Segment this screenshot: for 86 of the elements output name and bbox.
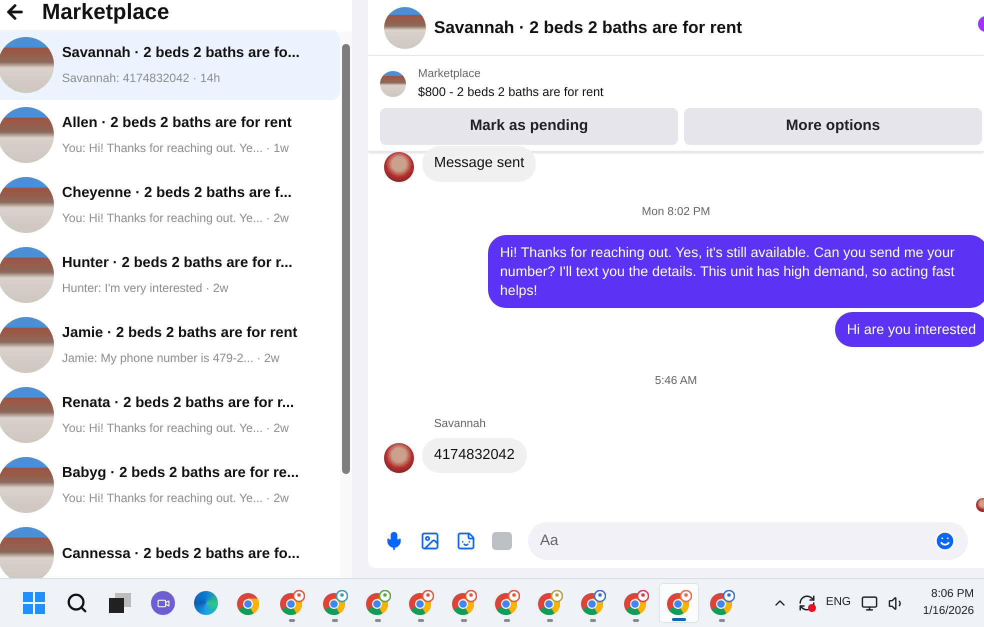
listing-photo-placeholder	[0, 37, 54, 93]
message-input[interactable]: Aa	[540, 530, 934, 552]
conversation-snippet: You: Hi! Thanks for reaching out. Ye... · 1w	[62, 140, 290, 157]
conversation-title: Cheyenne · 2 beds 2 baths are f...	[62, 184, 292, 204]
listing-photo-placeholder	[0, 387, 54, 443]
conversation-item[interactable]: Babyg · 2 beds 2 baths are for re... You: Hi! Thanks for reaching out. Ye... · 2w	[0, 450, 340, 520]
running-indicator	[289, 619, 295, 622]
timestamp: 5:46 AM	[654, 374, 698, 389]
listing-photo-placeholder	[384, 6, 426, 48]
timestamp: Mon 8:02 PM	[642, 204, 710, 220]
incoming-message: 4174832042	[422, 438, 527, 474]
image-icon[interactable]	[420, 531, 440, 551]
running-indicator	[504, 619, 510, 622]
conversation-item[interactable]: Cheyenne · 2 beds 2 baths are f... You: Hi! Thanks for reaching out. Ye... · 2w	[0, 170, 340, 240]
outgoing-message: Hi are you interested	[834, 312, 984, 347]
conversation-title: Savannah · 2 beds 2 baths are fo...	[62, 44, 300, 64]
chrome-icon	[322, 590, 348, 616]
composer-field[interactable]: Aa	[528, 522, 968, 560]
conversation-title: Hunter · 2 beds 2 baths are for r...	[62, 254, 292, 274]
video-chat-icon	[151, 591, 175, 615]
listing-photo-placeholder	[0, 177, 54, 233]
chrome-icon	[279, 590, 305, 616]
chrome-icon	[666, 590, 692, 616]
conversation-snippet: Jamie: My phone number is 479-2... · 2w	[62, 350, 280, 367]
running-indicator	[332, 619, 338, 622]
outgoing-message: Hi! Thanks for reaching out. Yes, it's still available. Can you send me your number? I'll text you the details. This unit has high demand, so acting fast helps!	[488, 235, 984, 308]
listing-photo-placeholder	[380, 71, 406, 97]
avatar	[384, 152, 414, 182]
listing-summary: $800 - 2 beds 2 baths are for rent	[418, 84, 604, 102]
running-indicator	[672, 618, 686, 621]
chrome-icon	[365, 590, 391, 616]
chrome-icon	[236, 590, 262, 616]
chrome-icon	[709, 590, 735, 616]
conversation-title: Renata · 2 beds 2 baths are for r...	[62, 394, 294, 414]
conversation-snippet: Savannah: 4174832042 · 14h	[62, 70, 222, 87]
conversation-snippet: Hunter: I'm very interested · 2w	[62, 280, 230, 297]
network-icon[interactable]	[860, 594, 878, 612]
running-indicator	[461, 619, 467, 622]
listing-photo-placeholder	[0, 317, 54, 373]
scrollbar[interactable]	[340, 30, 352, 578]
task-view-icon	[109, 593, 131, 613]
conversation-item[interactable]: Savannah · 2 beds 2 baths are fo... Savannah: 4174832042 · 14h	[0, 30, 340, 100]
sidebar-title: Marketplace	[42, 1, 170, 23]
language-indicator[interactable]: ENG	[826, 594, 851, 612]
conversation-item[interactable]: Hunter · 2 beds 2 baths are for r... Hunter: I'm very interested · 2w	[0, 240, 340, 310]
chrome-icon	[451, 590, 477, 616]
listing-source: Marketplace	[418, 67, 482, 82]
listing-action-button[interactable]: Mark as pending	[380, 108, 678, 145]
chrome-icon	[580, 590, 606, 616]
search-icon	[66, 592, 88, 614]
chrome-icon	[623, 590, 649, 616]
conversation-title: Babyg · 2 beds 2 baths are for re...	[62, 464, 299, 484]
running-indicator	[590, 619, 596, 622]
conversation-title: Allen · 2 beds 2 baths are for rent	[62, 114, 292, 134]
conversation-snippet: You: Hi! Thanks for reaching out. Ye... · 2w	[62, 420, 290, 437]
clock-time[interactable]: 8:06 PM	[931, 586, 974, 603]
chat-title: Savannah · 2 beds 2 baths are for rent	[434, 16, 742, 39]
sticker-icon[interactable]	[456, 531, 476, 551]
running-indicator	[418, 619, 424, 622]
listing-photo-placeholder	[0, 107, 54, 163]
conversation-snippet: You: Hi! Thanks for reaching out. Ye... · 2w	[62, 490, 290, 507]
running-indicator	[375, 619, 381, 622]
incoming-message: Message sent	[422, 146, 536, 182]
listing-photo-placeholder	[0, 247, 54, 303]
conversation-title: Cannessa · 2 beds 2 baths are fo...	[62, 545, 300, 564]
emoji-icon[interactable]	[934, 530, 956, 552]
conversation-item[interactable]: Renata · 2 beds 2 baths are for r... You: Hi! Thanks for reaching out. Ye... · 2w	[0, 380, 340, 450]
conversation-item[interactable]: Jamie · 2 beds 2 baths are for rent Jamie: My phone number is 479-2... · 2w	[0, 310, 340, 380]
sync-icon[interactable]	[798, 594, 816, 612]
listing-action-button[interactable]: More options	[684, 108, 982, 145]
windows-icon	[23, 592, 45, 614]
running-indicator	[719, 619, 725, 622]
conversation-snippet: You: Hi! Thanks for reaching out. Ye... · 2w	[62, 210, 290, 227]
chrome-icon	[537, 590, 563, 616]
edge-icon	[194, 591, 218, 615]
conversation-title: Jamie · 2 beds 2 baths are for rent	[62, 324, 298, 344]
chrome-icon	[408, 590, 434, 616]
running-indicator	[547, 619, 553, 622]
chrome-icon	[494, 590, 520, 616]
conversation-item[interactable]: Allen · 2 beds 2 baths are for rent You: Hi! Thanks for reaching out. Ye... · 1w	[0, 100, 340, 170]
listing-photo-placeholder	[0, 527, 54, 578]
avatar	[384, 443, 414, 474]
sender-name: Savannah	[434, 417, 487, 432]
listing-photo-placeholder	[0, 457, 54, 513]
clock-date[interactable]: 1/16/2026	[922, 603, 974, 620]
running-indicator	[633, 619, 639, 622]
